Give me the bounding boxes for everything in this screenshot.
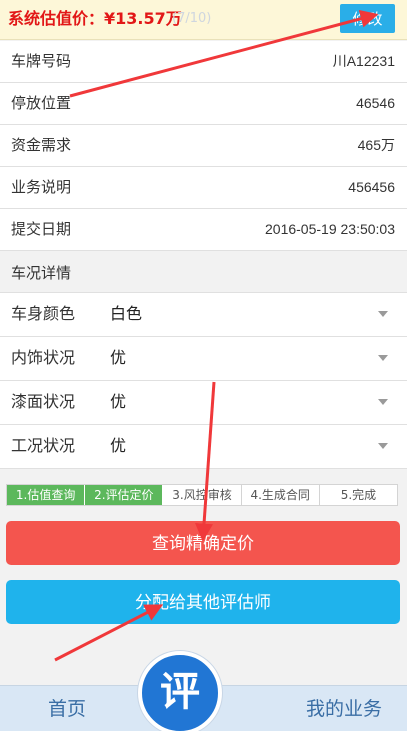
header-bar: 系统估值价：¥13.57万 (7/10) 修改 [0, 0, 407, 40]
info-label: 业务说明 [11, 178, 72, 196]
select-paint[interactable]: 漆面状况 优 [0, 381, 407, 425]
system-valuation-price: 系统估值价：¥13.57万 [8, 9, 182, 28]
condition-select-list: 车身颜色 白色 内饰状况 优 漆面状况 优 工况状况 优 [0, 293, 407, 469]
info-label: 停放位置 [11, 94, 72, 112]
info-row-parking: 停放位置 46546 [0, 83, 407, 125]
info-value: 46546 [356, 95, 395, 111]
select-value: 优 [110, 392, 127, 411]
select-label: 工况状况 [11, 436, 76, 455]
select-label: 车身颜色 [11, 304, 76, 323]
step-item: 1.估值查询 [7, 485, 86, 505]
select-value: 优 [110, 348, 127, 367]
info-value: 465万 [357, 137, 395, 153]
step-item: 2.评估定价 [85, 485, 164, 505]
chevron-down-icon [378, 311, 388, 317]
select-value: 优 [110, 436, 127, 455]
info-list: 车牌号码 川A12231 停放位置 46546 资金需求 465万 业务说明 4… [0, 41, 407, 251]
nav-my-business[interactable]: 我的业务 [306, 696, 382, 722]
info-label: 资金需求 [11, 136, 72, 154]
section-header: 车况详情 [0, 251, 407, 293]
info-value: 2016-05-19 23:50:03 [265, 221, 395, 237]
info-value: 川A12231 [332, 53, 395, 69]
info-label: 提交日期 [11, 220, 72, 238]
info-row-plate: 车牌号码 川A12231 [0, 41, 407, 83]
chevron-down-icon [378, 355, 388, 361]
step-item: 3.风控审核 [163, 485, 242, 505]
chevron-down-icon [378, 399, 388, 405]
step-item: 5.完成 [340, 488, 377, 502]
progress-steps: 1.估值查询 2.评估定价 3.风控审核 4.生成合同 5.完成 [6, 484, 398, 506]
section-title: 车况详情 [11, 264, 72, 282]
info-row-submit-date: 提交日期 2016-05-19 23:50:03 [0, 209, 407, 251]
info-row-funding: 资金需求 465万 [0, 125, 407, 167]
info-row-description: 业务说明 456456 [0, 167, 407, 209]
select-value: 白色 [110, 304, 143, 323]
select-working-condition[interactable]: 工况状况 优 [0, 425, 407, 469]
step-item: 4.生成合同 [242, 485, 320, 505]
chevron-down-icon [378, 443, 388, 449]
header-hint-text: (7/10) [172, 11, 212, 26]
info-label: 车牌号码 [11, 52, 72, 70]
edit-button[interactable]: 修改 [340, 4, 395, 33]
assign-other-appraiser-button[interactable]: 分配给其他评估师 [6, 580, 400, 624]
nav-home[interactable]: 首页 [48, 696, 86, 722]
select-label: 漆面状况 [11, 392, 76, 411]
select-label: 内饰状况 [11, 348, 76, 367]
select-body-color[interactable]: 车身颜色 白色 [0, 293, 407, 337]
nav-evaluate-button[interactable]: 评 [138, 651, 222, 731]
query-exact-price-button[interactable]: 查询精确定价 [6, 521, 400, 565]
select-interior[interactable]: 内饰状况 优 [0, 337, 407, 381]
info-value: 456456 [348, 179, 395, 195]
page: 系统估值价：¥13.57万 (7/10) 修改 车牌号码 川A12231 停放位… [0, 0, 407, 731]
